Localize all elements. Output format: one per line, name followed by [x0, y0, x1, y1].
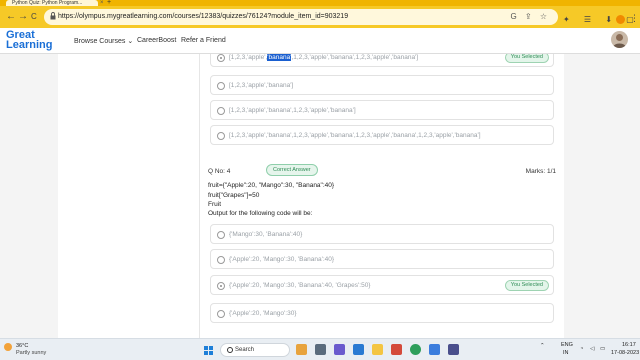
question-number: Q No: 4	[208, 168, 231, 175]
lock-icon	[50, 12, 56, 20]
language-region[interactable]: IN	[563, 350, 569, 356]
taskbar-search-input[interactable]: Search	[220, 343, 290, 357]
chevron-down-icon: ⌄	[127, 38, 134, 45]
reload-icon[interactable]: C	[31, 12, 37, 22]
nav-browse-courses[interactable]: Browse Courses ⌄	[74, 37, 133, 45]
store-icon[interactable]	[391, 344, 402, 355]
q3-option-4[interactable]: [1,2,3,'apple','banana',1,2,3,'apple','b…	[210, 125, 554, 145]
radio-button[interactable]	[217, 132, 225, 140]
option-text: {'Apple':20, 'Mango':30}	[229, 310, 297, 317]
q4-option-4[interactable]: {'Apple':20, 'Mango':30}	[210, 303, 554, 323]
question-code-line: fruit["Grapes"]=50	[208, 192, 260, 199]
radio-button[interactable]	[217, 256, 225, 264]
chevron-up-icon[interactable]: ⌃	[540, 343, 545, 349]
quiz-content: [1,2,3,'apple','banana',1,2,3,'apple','b…	[200, 54, 564, 338]
q4-option-1[interactable]: {'Mango':30, 'Banana':40}	[210, 224, 554, 244]
option-text: [1,2,3,'apple','banana',1,2,3,'apple','b…	[229, 132, 481, 139]
text-highlight: 'banana'	[267, 54, 292, 61]
you-selected-badge: You Selected	[504, 54, 549, 63]
you-selected-badge: You Selected	[504, 280, 549, 291]
search-label: Search	[235, 347, 255, 353]
q3-option-2[interactable]: [1,2,3,'apple','banana']	[210, 75, 554, 95]
radio-button[interactable]	[217, 310, 225, 318]
question-code-line: Fruit	[208, 201, 221, 208]
option-text: {'Apple':20, 'Mango':30, 'Banana':40, 'G…	[229, 282, 371, 289]
battery-icon[interactable]: ▭	[600, 346, 605, 352]
avatar[interactable]	[611, 31, 628, 48]
logo-line-2: Learning	[6, 39, 53, 51]
radio-button[interactable]	[217, 231, 225, 239]
nav-browse-courses-label: Browse Courses	[74, 38, 126, 45]
volume-icon[interactable]: ◁	[590, 346, 594, 352]
wifi-icon[interactable]: ◔	[580, 346, 583, 352]
question-prompt: Output for the following code will be:	[208, 210, 313, 217]
site-header: Great Learning Browse Courses ⌄ CareerBo…	[0, 28, 640, 54]
extension-icons[interactable]: ✦ ☰ ⬇ ▢	[563, 15, 640, 24]
q3-option-3[interactable]: [1,2,3,'apple','banana',1,2,3,'apple','b…	[210, 100, 554, 120]
q3-option-1[interactable]: [1,2,3,'apple','banana',1,2,3,'apple','b…	[210, 54, 554, 67]
pinned-app-icon-2[interactable]	[429, 344, 440, 355]
language-indicator[interactable]: ENG	[561, 342, 573, 348]
profile-icon[interactable]	[616, 15, 625, 24]
file-explorer-icon[interactable]	[372, 344, 383, 355]
quiz-page: [1,2,3,'apple','banana',1,2,3,'apple','b…	[0, 54, 640, 338]
option-text: {'Mango':30, 'Banana':40}	[229, 231, 303, 238]
clock-time[interactable]: 16:17	[622, 342, 636, 348]
radio-button[interactable]	[217, 54, 225, 62]
left-panel	[58, 54, 200, 338]
browser-toolbar: ← → C https://olympus.mygreatlearning.co…	[0, 6, 640, 28]
option-text: [1,2,3,'apple','banana']	[229, 82, 294, 89]
browser-menu-icon[interactable]: ⋮	[630, 13, 639, 24]
windows-start-icon[interactable]	[204, 346, 214, 356]
question-code-line: fruit={"Apple":20, "Mango":30, "Banana":…	[208, 182, 335, 189]
chrome-icon[interactable]	[410, 344, 421, 355]
marks-label: Marks: 1/1	[525, 168, 556, 175]
great-learning-logo[interactable]: Great Learning	[6, 30, 60, 52]
search-icon	[227, 347, 233, 353]
option-text: [1,2,3,'apple','banana',1,2,3,'apple','b…	[229, 107, 356, 114]
task-view-icon[interactable]	[315, 344, 326, 355]
user-photo-icon	[613, 34, 626, 48]
correct-answer-badge: Correct Answer	[266, 164, 318, 176]
taskbar: 36°C Partly sunny Search ⌃ ENG IN ◔ ◁ ▭ …	[0, 338, 640, 360]
nav-careerboost[interactable]: CareerBoost	[137, 37, 176, 44]
option-text: [1,2,3,'apple','banana',1,2,3,'apple','b…	[229, 54, 419, 61]
weather-sun-icon[interactable]	[4, 343, 12, 351]
radio-button[interactable]	[217, 82, 225, 90]
address-bar[interactable]: https://olympus.mygreatlearning.com/cour…	[44, 9, 558, 25]
weather-description[interactable]: Partly sunny	[16, 350, 46, 356]
url-text: https://olympus.mygreatlearning.com/cour…	[58, 13, 349, 20]
nav-refer-a-friend[interactable]: Refer a Friend	[181, 37, 226, 44]
forward-icon[interactable]: →	[18, 12, 28, 22]
q4-option-2[interactable]: {'Apple':20, 'Mango':30, 'Banana':40}	[210, 249, 554, 269]
back-icon[interactable]: ←	[6, 12, 16, 22]
pinned-app-icon-3[interactable]	[448, 344, 459, 355]
clock-date[interactable]: 17-08-2023	[611, 350, 639, 356]
q4-option-3[interactable]: {'Apple':20, 'Mango':30, 'Banana':40, 'G…	[210, 275, 554, 295]
option-text: {'Apple':20, 'Mango':30, 'Banana':40}	[229, 256, 335, 263]
edge-icon[interactable]	[353, 344, 364, 355]
chat-icon[interactable]	[334, 344, 345, 355]
pinned-app-icon[interactable]	[296, 344, 307, 355]
radio-button[interactable]	[217, 107, 225, 115]
omnibox-action-icons[interactable]: G ⇪ ☆	[510, 12, 550, 21]
weather-temperature[interactable]: 36°C	[16, 343, 28, 349]
radio-button[interactable]	[217, 282, 225, 290]
